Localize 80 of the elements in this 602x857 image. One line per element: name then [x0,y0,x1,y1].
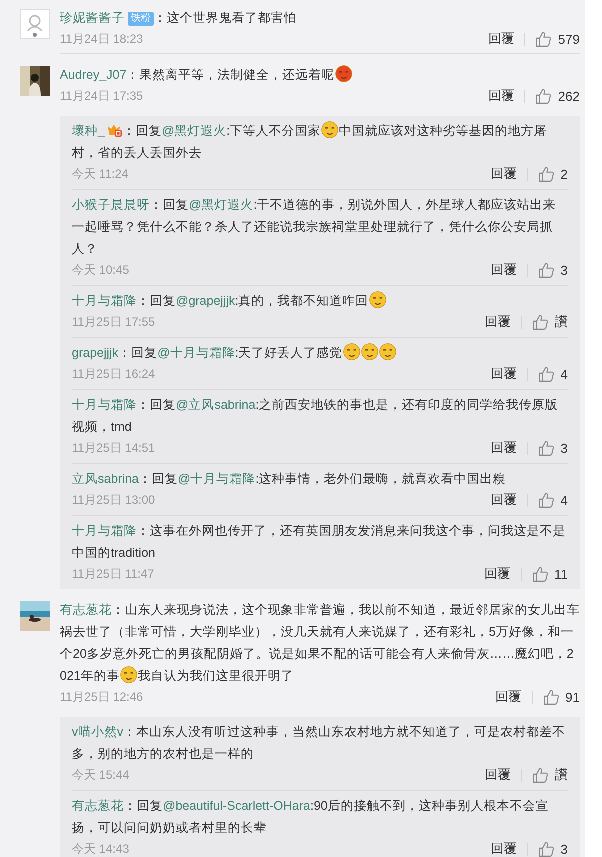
username-link[interactable]: 有志葱花 [72,799,124,813]
username-link[interactable]: 十月与霜降 [72,294,137,308]
like-button[interactable]: 4 [538,366,568,382]
timestamp: 今天 10:45 [72,262,130,278]
timestamp: 11月24日 17:35 [60,88,144,104]
like-button[interactable]: 11 [532,566,568,582]
like-button[interactable]: 91 [542,688,580,706]
reply-link[interactable]: 回覆 [490,165,517,183]
username-link[interactable]: 有志葱花 [60,603,112,617]
reply-text: 壞种_ ：回复@黑灯遐火:下等人不分国家 中国就应该对这种劣等基因的地方屠村，省的丢人丢国外去 [72,120,568,164]
mention-link[interactable]: @beautiful-Scarlett-OHara [163,799,310,813]
mention-link[interactable]: @黑灯遐火 [162,124,227,138]
thumbs-up-icon [538,440,555,456]
comment-text: 十月与霜降：这事在外网也传开了，还有英国朋友发消息来问我这个事，问我这是不是中国的tradition [72,523,567,562]
reply-text: 立风sabrina：回复@十月与霜降:这种事情，老外们最嗨，就喜欢看中国出糗 [72,471,508,488]
timestamp: 11月25日 17:55 [72,314,156,330]
username-link[interactable]: 十月与霜降 [72,524,137,538]
comment-text: 珍妮酱酱子 铁粉 ：这个世界鬼看了都害怕 [60,10,298,28]
username-link[interactable]: 十月与霜降 [72,398,137,412]
like-button[interactable]: 579 [535,30,580,48]
mention-link[interactable]: @grapejjjk [176,294,236,308]
timestamp: 11月25日 14:51 [72,440,156,456]
thumbs-up-icon [538,366,555,382]
username-link[interactable]: 立风sabrina [72,472,139,486]
like-button[interactable]: 讚 [532,766,568,784]
reply-text: 十月与霜降：回复@立风sabrina:之前西安地铁的事也是，还有印度的同学给我传原版视频，tmd [72,397,560,436]
thumbs-up-icon [542,688,560,706]
thumbs-up-icon [538,492,555,508]
timestamp: 11月24日 18:23 [60,30,144,48]
reply-text: 有志葱花：回复@beautiful-Scarlett-OHara:90后的接触不到，这种事别人根本不会宣扬，可以问问奶奶或者村里的长辈 [72,798,550,837]
reply-text: grapejjjk：回复@十月与霜降:天了好丢人了感觉 [72,342,568,364]
username-link[interactable]: 壞种_ [72,124,105,138]
reply-link[interactable]: 回覆 [488,30,514,48]
timestamp: 11月25日 13:00 [72,492,156,508]
username-link[interactable]: Audrey_J07 [60,68,127,82]
timestamp: 今天 11:24 [72,166,128,182]
thumbs-up-icon [538,262,555,278]
reply-link[interactable]: 回覆 [490,365,517,383]
mention-link[interactable]: @黑灯遐火 [189,198,254,212]
mention-link[interactable]: @十月与霜降 [178,472,256,486]
like-button[interactable]: 3 [538,262,568,278]
reply-link[interactable]: 回覆 [490,840,517,857]
like-button[interactable]: 2 [538,166,568,182]
timestamp: 11月25日 16:24 [72,366,156,382]
reply-link[interactable]: 回覆 [485,766,511,784]
username-link[interactable]: grapejjjk [72,346,119,360]
timestamp: 今天 14:43 [72,840,130,857]
reply-link[interactable]: 回覆 [488,87,514,105]
thumbs-up-icon [535,88,552,104]
comment-text: Audrey_J07：果然离平等，法制健全，还远着呢 [60,64,580,86]
thumbs-up-icon [532,314,549,330]
mention-link[interactable]: @立风sabrina [176,398,256,412]
thumbs-up-icon [532,766,549,784]
timestamp: 今天 15:44 [72,766,130,784]
comment-text: v喵小然v：本山东人没有听过这种事，当然山东农村地方就不知道了，可是农村都差不多，别的地方的农村也是一样的 [72,724,566,763]
reply-link[interactable]: 回覆 [490,491,517,509]
reply-link[interactable]: 回覆 [490,261,517,279]
thumbs-up-icon [538,840,555,857]
like-button[interactable]: 4 [538,492,568,508]
reply-link[interactable]: 回覆 [490,439,517,457]
thumbs-up-icon [532,566,548,582]
thumbs-up-icon [538,166,555,182]
mention-link[interactable]: @十月与霜降 [158,346,236,360]
like-button[interactable]: 262 [535,88,580,104]
comment-text: 有志葱花：山东人来现身说法，这个现象非常普遍，我以前不知道，最近邻居家的女儿出车祸去世了（非常可惜，大学刚毕业），没几天就有人来说媒了，还有彩礼，5万好像，和一个20多岁意外死亡的男孩配阴婚了。说是如果不配的话可能会有人来偷骨灰……魔幻吧，2021年的事 我自认为我们这里很开明了 [60,602,580,686]
reply-link[interactable]: 回覆 [484,565,510,583]
username-link[interactable]: 小猴子晨晨呀 [72,198,150,212]
like-button[interactable]: 3 [538,440,568,456]
reply-text: 十月与霜降：回复@grapejjjk:真的，我都不知道咋回 [72,290,568,312]
reply-link[interactable]: 回覆 [485,313,511,331]
timestamp: 11月25日 11:47 [72,566,154,582]
reply-text: 小猴子晨晨呀：回复@黑灯遐火:干不道德的事，别说外国人，外星球人都应该站出来一起唾骂？凭什么不能？杀人了还能说我宗族祠堂里处理就行了，凭什么你公安局抓人？ [72,197,558,258]
thumbs-up-icon [535,30,552,48]
reply-link[interactable]: 回覆 [496,688,522,706]
like-button[interactable]: 3 [538,840,568,857]
fan-badge: 铁粉 [128,12,154,26]
like-button[interactable]: 讚 [532,313,568,331]
username-link[interactable]: v喵小然v [72,725,124,739]
username-link[interactable]: 珍妮酱酱子 [60,11,125,25]
timestamp: 11月25日 12:46 [60,688,144,706]
